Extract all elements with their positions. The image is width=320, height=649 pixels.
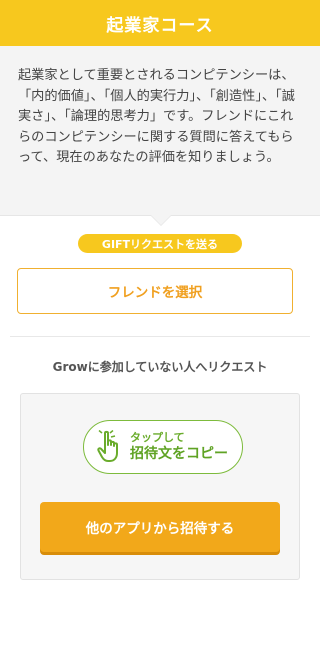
page-title: 起業家コース — [106, 15, 214, 36]
header-bar: 起業家コース — [0, 0, 320, 46]
select-friend-button[interactable]: フレンドを選択 — [17, 268, 293, 314]
speech-bubble-tail — [151, 215, 171, 225]
copy-button-label: 招待文をコピー — [130, 446, 228, 462]
copy-button-hint: タップして — [130, 431, 185, 444]
invite-from-other-apps-button[interactable]: 他のアプリから招待する — [40, 502, 280, 552]
divider — [10, 336, 310, 337]
non-member-request-heading: Growに参加していない人へリクエスト — [52, 360, 268, 374]
gift-request-badge: GIFTリクエストを送る — [78, 234, 242, 253]
invite-panel: タップして 招待文をコピー 他のアプリから招待する — [20, 393, 300, 580]
course-description: 起業家として重要とされるコンピテンシーは、「内的価値」、「個人的実行力」、「創造… — [0, 46, 320, 226]
description-text: 起業家として重要とされるコンピテンシーは、「内的価値」、「個人的実行力」、「創造… — [18, 68, 295, 165]
hand-pointer-icon — [97, 430, 118, 462]
copy-invite-text-button[interactable]: タップして 招待文をコピー — [83, 420, 243, 474]
